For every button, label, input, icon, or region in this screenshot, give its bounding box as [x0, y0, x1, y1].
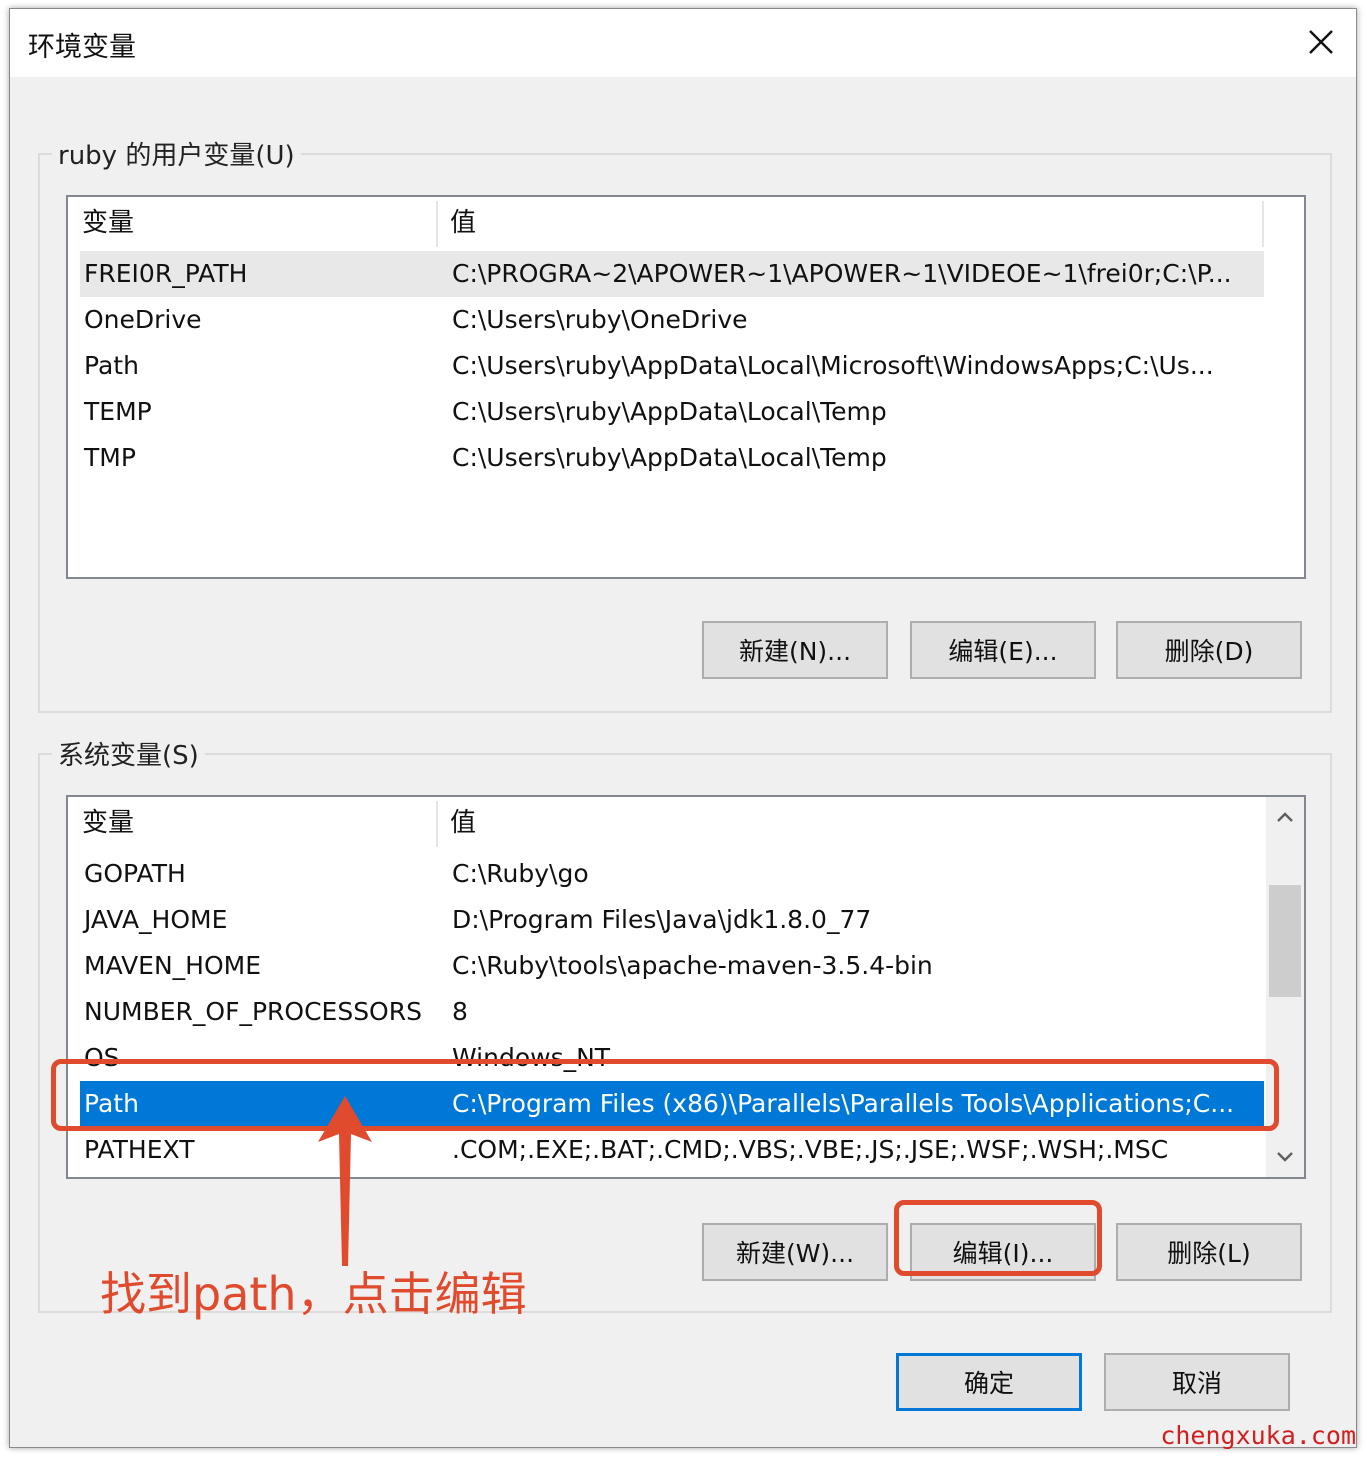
column-separator[interactable] — [436, 201, 438, 247]
system-list-header: 变量 值 — [68, 797, 1304, 849]
user-list-header: 变量 值 — [68, 197, 1304, 249]
variable-name: MAVEN_HOME — [84, 951, 262, 980]
column-header-value[interactable]: 值 — [450, 797, 1250, 849]
variable-value: C:\Users\ruby\OneDrive — [452, 305, 748, 334]
title-bar[interactable]: 环境变量 — [10, 9, 1356, 77]
variable-name: FREI0R_PATH — [84, 259, 248, 288]
variable-name: GOPATH — [84, 859, 186, 888]
user-edit-button[interactable]: 编辑(E)... — [910, 621, 1096, 679]
ok-button[interactable]: 确定 — [896, 1353, 1082, 1411]
column-header-name[interactable]: 变量 — [82, 797, 422, 849]
system-variables-group: 系统变量(S) 变量 值 GOPATH C:\Ruby\go JAVA_HOME… — [38, 735, 1332, 1313]
variable-value: 8 — [452, 997, 468, 1026]
annotation-text: 找到path，点击编辑 — [100, 1267, 527, 1321]
list-item[interactable]: GOPATH C:\Ruby\go — [80, 851, 1264, 897]
list-item[interactable]: OS Windows_NT — [80, 1035, 1264, 1081]
arrow-icon — [318, 1096, 372, 1266]
vertical-scrollbar[interactable] — [1266, 797, 1304, 1177]
close-icon — [1309, 30, 1333, 54]
variable-value: C:\Users\ruby\AppData\Local\Temp — [452, 443, 887, 472]
list-item[interactable]: JAVA_HOME D:\Program Files\Java\jdk1.8.0… — [80, 897, 1264, 943]
variable-value: .COM;.EXE;.BAT;.CMD;.VBS;.VBE;.JS;.JSE;.… — [452, 1135, 1169, 1164]
variable-value: C:\PROGRA~2\APOWER~1\APOWER~1\VIDEOE~1\f… — [452, 259, 1232, 288]
watermark: chengxuka.com — [1160, 1421, 1356, 1450]
system-variables-list[interactable]: 变量 值 GOPATH C:\Ruby\go JAVA_HOME D:\Prog… — [66, 795, 1306, 1179]
list-item[interactable]: FREI0R_PATH C:\PROGRA~2\APOWER~1\APOWER~… — [80, 251, 1264, 297]
variable-value: C:\Program Files (x86)\Parallels\Paralle… — [452, 1089, 1235, 1118]
scroll-thumb[interactable] — [1269, 885, 1301, 997]
chevron-up-icon — [1277, 812, 1293, 822]
variable-name: PATHEXT — [84, 1135, 195, 1164]
system-variables-label: 系统变量(S) — [52, 735, 205, 772]
close-button[interactable] — [1296, 19, 1346, 65]
environment-variables-dialog: 环境变量 ruby 的用户变量(U) 变量 值 FREI0R_PATH C:\P… — [9, 8, 1357, 1448]
list-item[interactable]: PATHEXT .COM;.EXE;.BAT;.CMD;.VBS;.VBE;.J… — [80, 1127, 1264, 1173]
window-title: 环境变量 — [28, 32, 136, 63]
list-item[interactable]: OneDrive C:\Users\ruby\OneDrive — [80, 297, 1264, 343]
system-delete-button[interactable]: 删除(L) — [1116, 1223, 1302, 1281]
variable-name: Path — [84, 1089, 139, 1118]
scroll-up-button[interactable] — [1266, 797, 1304, 837]
user-variables-group: ruby 的用户变量(U) 变量 值 FREI0R_PATH C:\PROGRA… — [38, 135, 1332, 713]
variable-name: TMP — [84, 443, 136, 472]
cancel-button[interactable]: 取消 — [1104, 1353, 1290, 1411]
variable-value: D:\Program Files\Java\jdk1.8.0_77 — [452, 905, 872, 934]
variable-name: Path — [84, 351, 139, 380]
user-delete-button[interactable]: 删除(D) — [1116, 621, 1302, 679]
user-variables-list[interactable]: 变量 值 FREI0R_PATH C:\PROGRA~2\APOWER~1\AP… — [66, 195, 1306, 579]
column-header-value[interactable]: 值 — [450, 197, 1250, 249]
variable-value: Windows_NT — [452, 1043, 611, 1072]
scroll-down-button[interactable] — [1266, 1137, 1304, 1177]
column-separator[interactable] — [1262, 201, 1264, 247]
list-item[interactable]: Path C:\Users\ruby\AppData\Local\Microso… — [80, 343, 1264, 389]
list-item[interactable]: NUMBER_OF_PROCESSORS 8 — [80, 989, 1264, 1035]
variable-name: NUMBER_OF_PROCESSORS — [84, 997, 422, 1026]
list-item-selected[interactable]: Path C:\Program Files (x86)\Parallels\Pa… — [80, 1081, 1264, 1127]
user-variables-label: ruby 的用户变量(U) — [52, 135, 301, 172]
column-header-name[interactable]: 变量 — [82, 197, 422, 249]
variable-value: C:\Users\ruby\AppData\Local\Microsoft\Wi… — [452, 351, 1214, 380]
list-item[interactable]: TEMP C:\Users\ruby\AppData\Local\Temp — [80, 389, 1264, 435]
column-separator[interactable] — [436, 801, 438, 847]
variable-name: TEMP — [84, 397, 152, 426]
user-new-button[interactable]: 新建(N)... — [702, 621, 888, 679]
system-edit-button[interactable]: 编辑(I)... — [910, 1223, 1096, 1281]
variable-name: OS — [84, 1043, 120, 1072]
variable-value: C:\Ruby\tools\apache-maven-3.5.4-bin — [452, 951, 933, 980]
system-new-button[interactable]: 新建(W)... — [702, 1223, 888, 1281]
chevron-down-icon — [1277, 1152, 1293, 1162]
list-item[interactable]: TMP C:\Users\ruby\AppData\Local\Temp — [80, 435, 1264, 481]
list-item[interactable]: MAVEN_HOME C:\Ruby\tools\apache-maven-3.… — [80, 943, 1264, 989]
variable-value: C:\Ruby\go — [452, 859, 589, 888]
variable-name: JAVA_HOME — [84, 905, 228, 934]
variable-name: OneDrive — [84, 305, 202, 334]
variable-value: C:\Users\ruby\AppData\Local\Temp — [452, 397, 887, 426]
